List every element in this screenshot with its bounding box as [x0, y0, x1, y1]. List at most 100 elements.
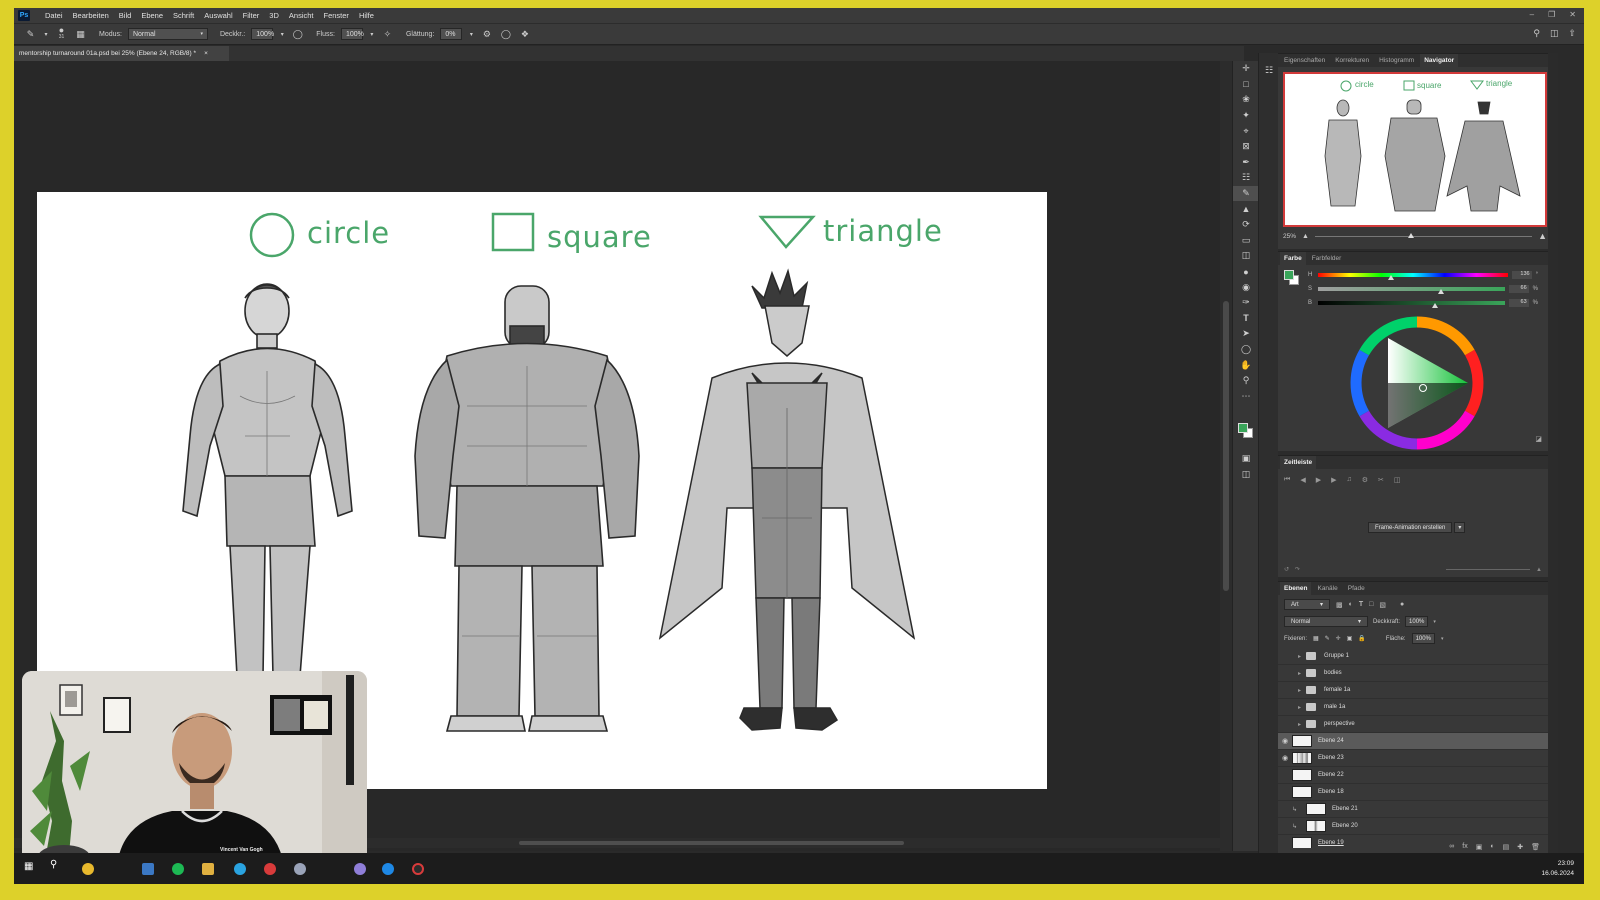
app-icon-red[interactable] — [264, 863, 276, 875]
more-tools-icon[interactable]: ⋯ — [1233, 388, 1259, 404]
pressure-opacity-icon[interactable]: ◯ — [291, 28, 304, 41]
filter-adjust-icon[interactable]: ◐ — [1349, 601, 1353, 608]
link-layers-icon[interactable]: ∞ — [1449, 843, 1454, 851]
saturation-slider-knob[interactable] — [1437, 289, 1444, 294]
smoothing-field[interactable]: 0% — [440, 28, 463, 40]
blur-tool-icon[interactable]: ● — [1233, 264, 1259, 280]
timeline-zoom-slider[interactable] — [1446, 569, 1531, 570]
layer-row-ebene-22[interactable]: Ebene 22 — [1278, 767, 1548, 784]
vertical-scrollbar-thumb[interactable] — [1223, 301, 1229, 591]
layer-row-ebene-21[interactable]: ↳ Ebene 21 — [1278, 801, 1548, 818]
chevron-right-icon[interactable]: ▸ — [1298, 670, 1306, 677]
obs-icon[interactable] — [412, 863, 424, 875]
fx-icon[interactable]: fx — [1462, 843, 1467, 851]
navigator-preview[interactable]: circle square triangle — [1283, 72, 1547, 227]
spotify-icon[interactable] — [172, 863, 184, 875]
pen-tool-icon[interactable]: ✑ — [1233, 295, 1259, 311]
history-panel-icon[interactable]: ☷ — [1259, 63, 1279, 79]
adjustment-layer-icon[interactable]: ◐ — [1490, 843, 1494, 851]
chevron-right-icon[interactable]: ▸ — [1298, 687, 1306, 694]
chevron-right-icon[interactable]: ▸ — [1298, 721, 1306, 728]
tab-korrekturen[interactable]: Korrekturen — [1331, 54, 1373, 67]
zoom-out-icon[interactable]: ▲ — [1302, 233, 1309, 240]
menu-hilfe[interactable]: Hilfe — [354, 11, 379, 20]
new-group-icon[interactable]: ▤ — [1503, 843, 1510, 851]
audio-icon[interactable]: ♫ — [1346, 476, 1351, 484]
tab-navigator[interactable]: Navigator — [1420, 54, 1459, 67]
zoom-value[interactable]: 25% — [1283, 233, 1296, 240]
start-icon[interactable]: ▦ — [24, 861, 36, 873]
shape-tool-icon[interactable]: ◯ — [1233, 342, 1259, 358]
filter-shape-icon[interactable]: □ — [1369, 601, 1373, 608]
color-panel-swatches[interactable] — [1284, 270, 1300, 286]
skype-icon[interactable] — [382, 863, 394, 875]
tab-kanaele[interactable]: Kanäle — [1313, 582, 1341, 595]
menu-filter[interactable]: Filter — [238, 11, 265, 20]
type-tool-icon[interactable]: T — [1233, 311, 1259, 327]
layer-row-ebene-18[interactable]: Ebene 18 — [1278, 784, 1548, 801]
play-icon[interactable]: ▶ — [1316, 476, 1321, 484]
chevron-down-icon[interactable]: ▾ — [468, 28, 474, 41]
add-mask-icon[interactable]: ▣ — [1476, 843, 1483, 851]
lock-transparency-icon[interactable]: ▦ — [1313, 635, 1319, 642]
eyedropper-tool-icon[interactable]: ✒ — [1233, 155, 1259, 171]
layer-opacity-field[interactable]: 100% — [1405, 616, 1429, 627]
brush-tool-icon[interactable]: ✎ — [24, 28, 37, 41]
layer-row-ebene-24[interactable]: ◉ Ebene 24 — [1278, 733, 1548, 750]
files-icon[interactable] — [202, 863, 214, 875]
previous-frame-icon[interactable]: ◀ — [1300, 476, 1305, 484]
vertical-scrollbar[interactable] — [1220, 61, 1232, 851]
layer-kind-filter[interactable]: Art ▾ — [1284, 599, 1330, 610]
filter-smart-icon[interactable]: ▧ — [1379, 601, 1386, 609]
fill-field[interactable]: 100% — [1411, 633, 1435, 644]
zoom-slider-knob[interactable] — [1408, 232, 1415, 238]
menu-datei[interactable]: Datei — [40, 11, 68, 20]
symmetry-icon[interactable]: ❖ — [518, 28, 531, 41]
tab-zeitleiste[interactable]: Zeitleiste — [1280, 456, 1317, 469]
crop-tool-icon[interactable]: ⌖ — [1233, 123, 1259, 139]
hue-value[interactable]: 136 — [1512, 271, 1532, 279]
app-icon-purple[interactable] — [354, 863, 366, 875]
chevron-down-icon[interactable]: ▾ — [1433, 619, 1436, 625]
chevron-down-icon[interactable]: ▾ — [1454, 522, 1466, 533]
restore-icon[interactable]: ❐ — [1548, 10, 1555, 19]
stamp-tool-icon[interactable]: ▲ — [1233, 201, 1259, 217]
timeline-convert-icon[interactable]: ↷ — [1295, 566, 1300, 573]
horizontal-scrollbar-thumb[interactable] — [519, 841, 904, 845]
menu-schrift[interactable]: Schrift — [168, 11, 199, 20]
tab-farbfelder[interactable]: Farbfelder — [1308, 252, 1346, 265]
color-panel-menu-icon[interactable]: ◪ — [1535, 435, 1542, 443]
saturation-value[interactable]: 66 — [1509, 285, 1529, 293]
pressure-size-icon[interactable]: ◯ — [499, 28, 512, 41]
tab-close-icon[interactable]: × — [204, 50, 208, 57]
opacity-field[interactable]: 100% — [251, 28, 274, 40]
hue-slider-knob[interactable] — [1388, 275, 1395, 280]
chevron-down-icon[interactable]: ▾ — [43, 28, 49, 41]
path-selection-tool-icon[interactable]: ➤ — [1233, 326, 1259, 342]
tab-histogramm[interactable]: Histogramm — [1375, 54, 1418, 67]
lock-position-icon[interactable]: ✛ — [1336, 635, 1341, 642]
brightness-slider-knob[interactable] — [1432, 303, 1439, 308]
search-icon[interactable]: ⚲ — [50, 859, 62, 871]
lock-artboard-icon[interactable]: ▣ — [1347, 635, 1353, 642]
eye-icon[interactable]: ◉ — [1278, 754, 1292, 762]
chevron-right-icon[interactable]: ▸ — [1298, 704, 1306, 711]
menu-bild[interactable]: Bild — [114, 11, 137, 20]
tab-ebenen[interactable]: Ebenen — [1280, 582, 1312, 595]
tab-pfade[interactable]: Pfade — [1344, 582, 1369, 595]
menu-ansicht[interactable]: Ansicht — [284, 11, 319, 20]
brightness-value[interactable]: 63 — [1509, 299, 1529, 307]
menu-3d[interactable]: 3D — [264, 11, 284, 20]
hand-tool-icon[interactable]: ✋ — [1233, 357, 1259, 373]
magic-wand-tool-icon[interactable]: ✦ — [1233, 108, 1259, 124]
brightness-slider[interactable] — [1317, 301, 1506, 308]
lock-pixels-icon[interactable]: ✎ — [1325, 635, 1330, 642]
screen-mode-icon[interactable]: ◫ — [1233, 467, 1259, 483]
system-clock[interactable]: 23:09 16.06.2024 — [1541, 859, 1574, 879]
new-layer-icon[interactable]: ✚ — [1517, 843, 1523, 851]
first-frame-icon[interactable]: ⏮ — [1284, 476, 1290, 484]
mode-select[interactable]: Normal ▾ — [127, 28, 208, 40]
healing-tool-icon[interactable]: ☷ — [1233, 170, 1259, 186]
telegram-icon[interactable] — [234, 863, 246, 875]
zoom-slider[interactable] — [1314, 232, 1533, 238]
